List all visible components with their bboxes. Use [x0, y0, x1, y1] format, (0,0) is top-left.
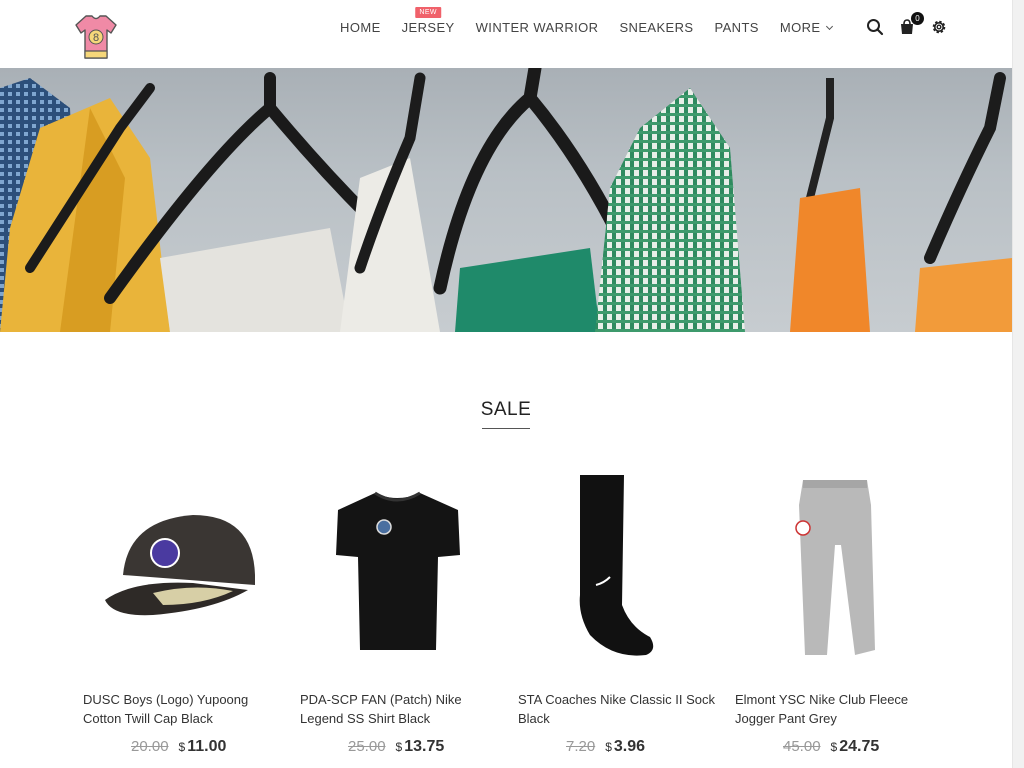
nav-more[interactable]: MORE: [769, 20, 842, 36]
nav-winter-warrior[interactable]: WINTER WARRIOR: [465, 20, 609, 36]
nav-jersey[interactable]: NEW JERSEY: [391, 7, 465, 36]
sale-price: 11.00: [187, 738, 227, 755]
product-name[interactable]: Elmont YSC Nike Club Fleece Jogger Pant …: [735, 690, 935, 730]
currency: $: [178, 740, 186, 754]
old-price: 25.00: [348, 738, 386, 755]
product-price: 7.20 $3.96: [518, 738, 718, 756]
nav-label: PANTS: [714, 20, 759, 35]
product-name[interactable]: PDA-SCP FAN (Patch) Nike Legend SS Shirt…: [300, 690, 500, 730]
product-card[interactable]: DUSC Boys (Logo) Yupoong Cotton Twill Ca…: [83, 465, 283, 756]
site-header: 8 HOME NEW JERSEY WINTER WARRIOR SNEAKER…: [0, 0, 1012, 68]
header-tools: 0: [866, 12, 948, 36]
nav-label: JERSEY: [401, 20, 455, 35]
product-price: 45.00 $24.75: [735, 738, 935, 756]
product-name[interactable]: STA Coaches Nike Classic II Sock Black: [518, 690, 718, 730]
old-price: 7.20: [566, 738, 596, 755]
currency: $: [395, 740, 403, 754]
main-nav: HOME NEW JERSEY WINTER WARRIOR SNEAKERS …: [330, 7, 842, 36]
sale-price: 3.96: [613, 738, 646, 755]
nav-pants[interactable]: PANTS: [704, 20, 769, 36]
product-image-jogger[interactable]: [735, 465, 935, 675]
nav-sneakers[interactable]: SNEAKERS: [609, 20, 704, 36]
sale-price: 24.75: [839, 738, 880, 755]
nav-home[interactable]: HOME: [330, 20, 392, 36]
section-title: SALE: [480, 399, 532, 420]
jersey-logo-icon[interactable]: 8: [74, 13, 118, 61]
product-card[interactable]: PDA-SCP FAN (Patch) Nike Legend SS Shirt…: [300, 465, 500, 756]
product-image-shirt[interactable]: [300, 465, 500, 675]
logo-number: 8: [93, 32, 99, 44]
currency: $: [830, 740, 838, 754]
product-price: 20.00 $11.00: [83, 738, 283, 756]
product-card[interactable]: Elmont YSC Nike Club Fleece Jogger Pant …: [735, 465, 935, 756]
new-badge: NEW: [415, 7, 441, 18]
shopping-bag-icon[interactable]: 0: [898, 12, 924, 36]
title-underline: [482, 428, 530, 429]
nav-label: SNEAKERS: [619, 20, 694, 35]
product-image-cap[interactable]: [83, 465, 283, 675]
product-card[interactable]: STA Coaches Nike Classic II Sock Black 7…: [518, 465, 718, 756]
cart-count-badge: 0: [911, 12, 924, 25]
old-price: 45.00: [783, 738, 821, 755]
currency: $: [605, 740, 612, 754]
nav-label: HOME: [340, 20, 381, 35]
gear-icon[interactable]: [930, 18, 948, 36]
product-price: 25.00 $13.75: [300, 738, 500, 756]
nav-label: MORE: [779, 20, 821, 35]
hero-clothes-illustration: [0, 68, 1012, 332]
chevron-down-icon: [825, 22, 833, 31]
sale-price: 13.75: [404, 738, 445, 755]
nav-label: WINTER WARRIOR: [475, 20, 599, 35]
page-scrollbar[interactable]: [1012, 0, 1024, 768]
product-name[interactable]: DUSC Boys (Logo) Yupoong Cotton Twill Ca…: [83, 690, 283, 730]
hero-banner: [0, 68, 1012, 332]
product-image-sock[interactable]: [518, 465, 718, 675]
search-icon[interactable]: [866, 18, 884, 36]
old-price: 20.00: [131, 738, 169, 755]
